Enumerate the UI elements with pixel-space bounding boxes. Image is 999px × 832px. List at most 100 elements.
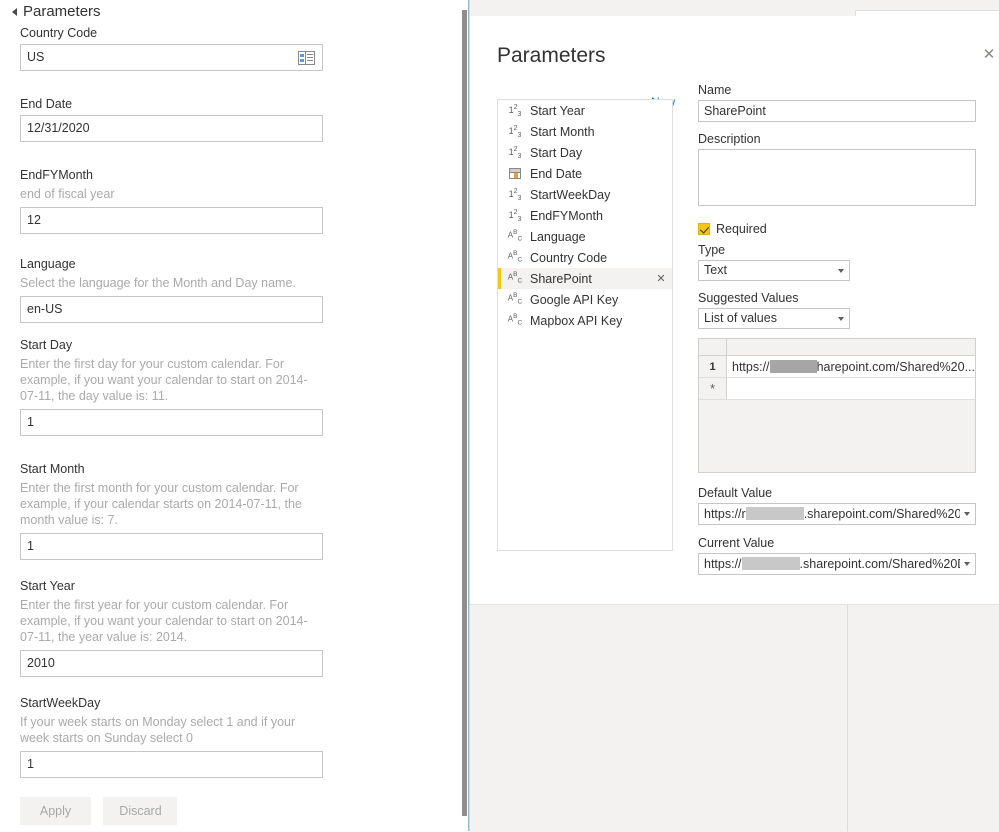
name-input[interactable]: SharePoint [698,100,976,122]
list-item[interactable]: 123 Start Month [498,121,672,142]
end-date-input[interactable]: 12/31/2020 [20,115,323,142]
endfymonth-input[interactable]: 12 [20,207,323,234]
text-type-icon: ABC [507,271,523,285]
type-value: Text [704,263,727,277]
collapse-triangle-icon[interactable] [12,7,17,16]
values-grid-header-num [699,339,727,355]
new-row-marker: * [699,378,727,399]
number-type-icon: 123 [508,145,522,160]
field-value: 12/31/2020 [27,121,90,135]
list-item-label: Start Day [530,145,583,160]
country-code-input[interactable]: US [20,44,323,71]
start-day-input[interactable]: 1 [20,409,323,436]
type-select[interactable]: Text [698,260,850,281]
list-item-label: Mapbox API Key [530,313,623,328]
list-item-label: Start Year [530,103,585,118]
list-item-label: Start Month [530,124,595,139]
close-icon[interactable]: ✕ [978,44,999,66]
redaction-box [769,360,817,373]
new-row-value[interactable] [727,378,975,399]
parameters-dialog: Parameters ✕ New 123 Start Year 123 Star… [470,16,999,604]
list-item[interactable]: ABC Mapbox API Key [498,310,672,331]
number-type-icon: 123 [508,103,522,118]
field-description: end of fiscal year [20,187,115,201]
list-item[interactable]: End Date [498,163,672,184]
parameters-side-pane: Parameters Country Code US End Date 12/3… [0,0,462,831]
required-checkbox[interactable] [698,223,710,235]
field-value: 1 [27,539,34,553]
number-type-icon: 123 [508,187,522,202]
suggested-values-value: List of values [704,311,777,325]
list-picker-icon[interactable] [298,50,315,65]
field-description: Enter the first day for your custom cale… [20,357,308,403]
default-value-select[interactable]: https://r .sharepoint.com/Shared%20Do... [698,503,976,525]
number-type-icon: 123 [508,208,522,223]
text-type-icon: ABC [507,292,523,306]
list-item-label: Google API Key [530,292,619,307]
required-checkbox-row[interactable]: Required [698,222,978,236]
parameters-pane-title: Parameters [23,3,101,20]
text-type-icon: ABC [507,313,523,327]
row-value-prefix: https:// [732,359,770,374]
text-type-icon: ABC [507,229,523,243]
field-start-year: Start Year Enter the first year for your… [20,578,323,677]
field-value: 1 [27,757,34,771]
name-label: Name [698,83,732,97]
table-row[interactable]: 1 https:// harepoint.com/Shared%20... [699,356,975,378]
field-label: StartWeekDay [20,696,101,710]
list-item[interactable]: 123 Start Year [498,100,672,121]
field-value: 12 [27,213,41,227]
table-row-new[interactable]: * [699,378,975,400]
dialog-title: Parameters [497,44,606,67]
redaction-box [745,507,804,520]
language-input[interactable]: en-US [20,296,323,323]
values-grid-header-value [727,339,975,355]
pane-vertical-scrollbar[interactable] [461,0,468,831]
list-item-label: Country Code [530,250,608,265]
delete-icon[interactable]: ✕ [650,272,672,285]
field-language: Language Select the language for the Mon… [20,256,323,323]
field-startweekday: StartWeekDay If your week starts on Mond… [20,695,323,778]
values-grid-empty-area [699,400,975,472]
description-textarea[interactable] [698,149,976,206]
parameters-pane-header[interactable]: Parameters [12,3,101,20]
field-description: Enter the first year for your custom cal… [20,598,308,644]
list-item[interactable]: ABC Google API Key [498,289,672,310]
parameter-list[interactable]: 123 Start Year 123 Start Month 123 Start… [497,99,673,551]
parameter-detail-form: Name SharePoint Description Required Typ… [698,82,978,575]
discard-button[interactable]: Discard [103,797,178,825]
field-value: 2010 [27,656,55,670]
list-item[interactable]: 123 StartWeekDay [498,184,672,205]
list-item[interactable]: ABC Country Code [498,247,672,268]
startweekday-input[interactable]: 1 [20,751,323,778]
field-value: US [27,50,45,64]
field-value: 1 [27,415,34,429]
list-item[interactable]: 123 EndFYMonth [498,205,672,226]
list-item-label: End Date [530,166,583,181]
default-value-label: Default Value [698,486,773,500]
list-item-label: EndFYMonth [530,208,603,223]
text-type-icon: ABC [507,250,523,264]
chevron-down-icon [964,512,970,516]
start-month-input[interactable]: 1 [20,533,323,560]
background-panel-middle [847,604,867,832]
field-start-day: Start Day Enter the first day for your c… [20,337,323,436]
chevron-down-icon [838,316,844,321]
list-item-selected-sharepoint[interactable]: ABC SharePoint ✕ [498,268,672,289]
number-type-icon: 123 [508,124,522,139]
list-item[interactable]: 123 Start Day [498,142,672,163]
field-description: Enter the first month for your custom ca… [20,481,302,527]
type-label: Type [698,243,726,257]
default-value-prefix: https://r [704,507,746,521]
field-label: Start Month [20,462,85,476]
values-grid[interactable]: 1 https:// harepoint.com/Shared%20... * [698,338,976,473]
suggested-values-select[interactable]: List of values [698,308,850,329]
chevron-down-icon [838,268,844,273]
field-label: EndFYMonth [20,168,93,182]
list-item[interactable]: ABC Language [498,226,672,247]
start-year-input[interactable]: 2010 [20,650,323,677]
description-label: Description [698,132,761,146]
scrollbar-thumb[interactable] [462,10,467,816]
apply-button[interactable]: Apply [20,797,91,825]
field-country-code: Country Code US [20,25,323,71]
